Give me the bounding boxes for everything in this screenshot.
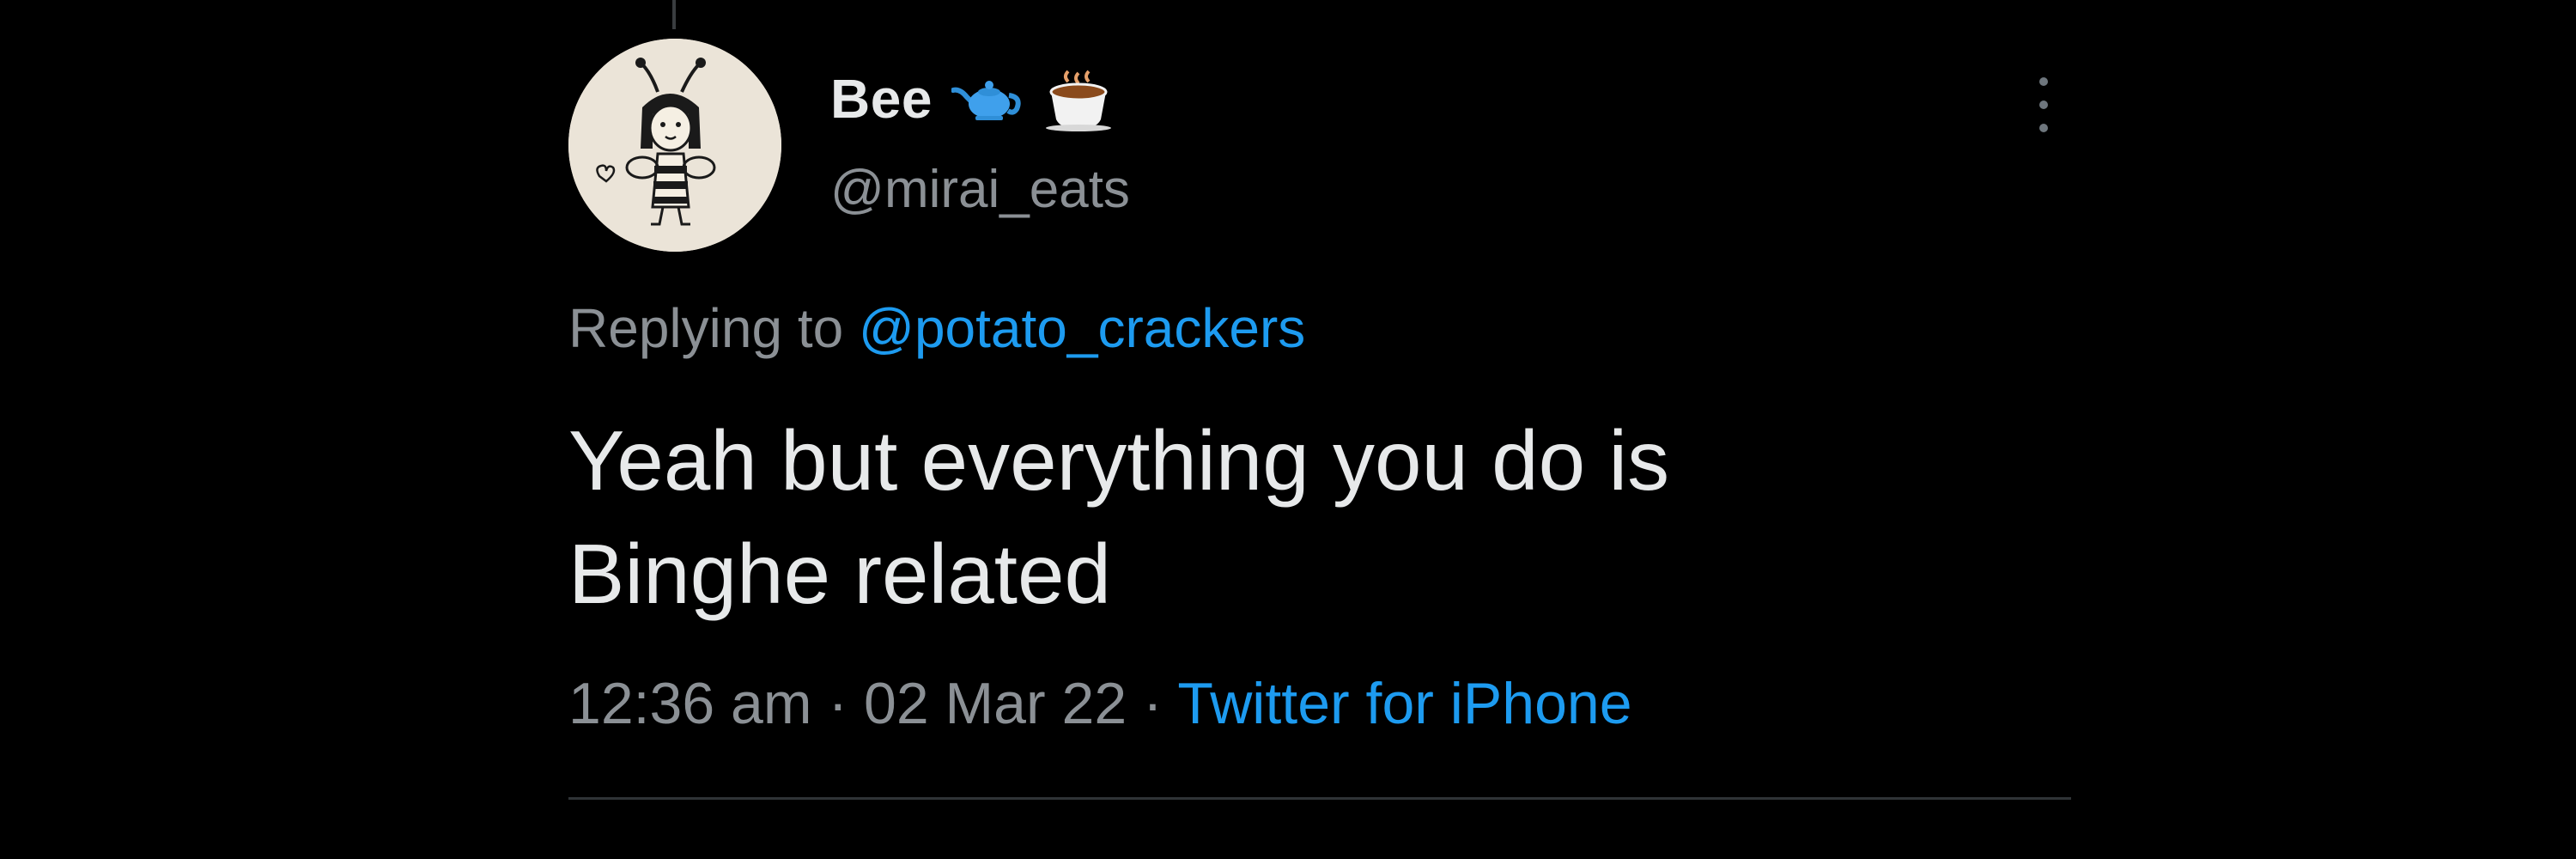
teapot-emoji-icon: [951, 75, 1024, 123]
more-vertical-icon[interactable]: [2020, 70, 2068, 139]
more-dot: [2039, 124, 2048, 132]
thread-connector-line: [672, 0, 676, 29]
divider: [568, 797, 2071, 800]
tweet-date[interactable]: 02 Mar 22: [864, 671, 1127, 736]
hot-beverage-emoji-icon: [1042, 66, 1115, 131]
meta-separator: ·: [1143, 671, 1163, 736]
replying-to-label: Replying to: [568, 297, 859, 359]
tweet-text: Yeah but everything you do is Binghe rel…: [568, 413, 1670, 621]
avatar[interactable]: [568, 39, 781, 252]
meta-separator: ·: [828, 671, 848, 736]
more-dot: [2039, 77, 2048, 86]
tweet-time[interactable]: 12:36 am: [568, 671, 812, 736]
tweet-source-link[interactable]: Twitter for iPhone: [1177, 671, 1631, 736]
replying-to-line: Replying to @potato_crackers: [568, 296, 1305, 360]
more-dot: [2039, 101, 2048, 109]
author-display-name[interactable]: Bee: [830, 67, 933, 131]
tweet-meta-row: 12:36 am · 02 Mar 22 · Twitter for iPhon…: [568, 670, 1632, 737]
reply-to-mention-link[interactable]: @potato_crackers: [859, 297, 1305, 359]
author-handle[interactable]: @mirai_eats: [830, 159, 1130, 220]
bee-drawing-icon: [568, 39, 781, 252]
author-name-row: Bee: [830, 60, 1115, 137]
